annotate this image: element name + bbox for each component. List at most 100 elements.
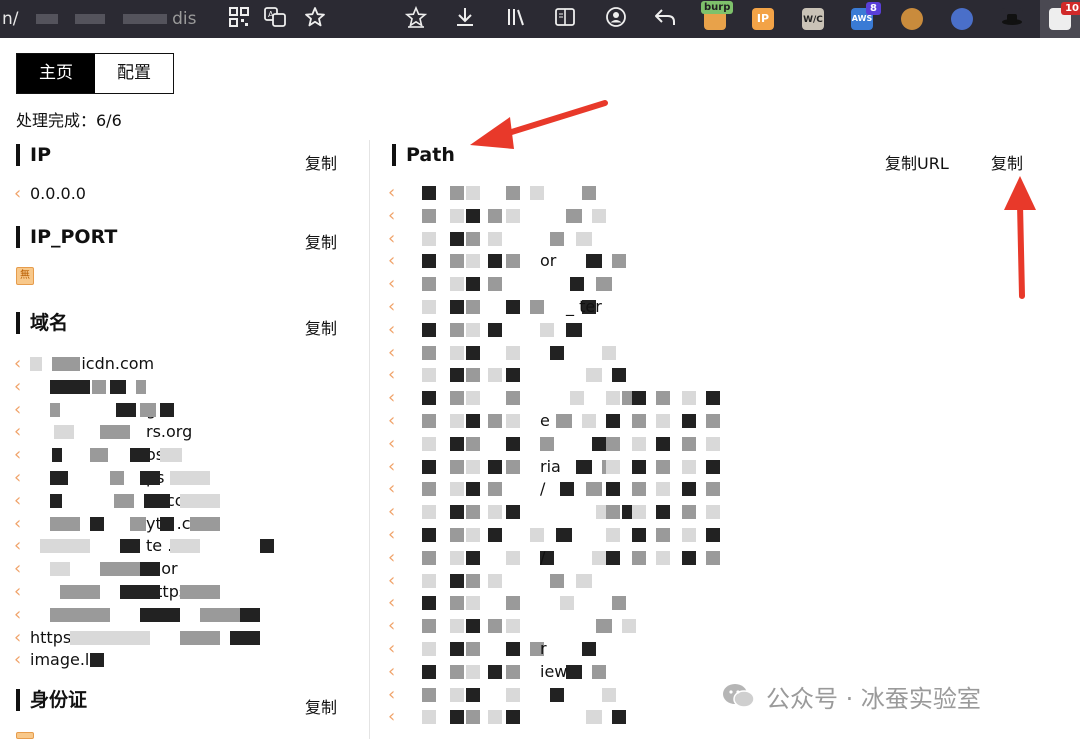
path-list-item[interactable]: _ ter xyxy=(406,296,766,318)
path-list-item[interactable]: iew xyxy=(406,661,766,683)
path-list-item[interactable]: r xyxy=(406,638,766,660)
chevron-left-icon: ‹ xyxy=(388,318,396,340)
library-icon[interactable] xyxy=(503,6,529,32)
list-item[interactable]: ‹ 0.0.0.0 xyxy=(14,183,86,205)
redaction-block xyxy=(656,528,670,542)
redaction-block xyxy=(422,436,436,451)
domain-list-item[interactable]: ‹ https:// xyxy=(14,581,220,603)
redaction-block xyxy=(488,254,502,269)
translate-icon[interactable]: A xyxy=(262,6,288,32)
chevron-left-icon: ‹ xyxy=(388,296,396,317)
chevron-left-icon: ‹ xyxy=(388,592,396,614)
tab-config[interactable]: 配置 xyxy=(95,54,173,93)
chevron-left-icon: ‹ xyxy=(388,341,396,363)
redaction-block xyxy=(100,425,130,440)
cookie-icon[interactable] xyxy=(901,8,923,30)
copy-ip-port-button[interactable]: 复制 xyxy=(305,229,337,253)
ip-extension-icon[interactable]: IP xyxy=(752,8,774,30)
domain-list-item[interactable]: ‹ image.lin xyxy=(14,649,104,671)
domain-list-item[interactable]: ‹ xyxy=(14,376,146,398)
burp-extension-icon[interactable]: burp xyxy=(701,1,734,30)
redaction-block xyxy=(586,482,602,497)
redaction-block xyxy=(90,653,104,668)
path-list-item[interactable]: e xyxy=(406,410,766,432)
globe-extension-icon[interactable] xyxy=(951,8,973,30)
domain-list-item[interactable]: ‹ .alicdn.com xyxy=(14,353,154,375)
aws-extension-icon[interactable]: AWS 8 xyxy=(851,2,881,30)
chevron-left-icon: ‹ xyxy=(14,558,22,580)
path-list-item[interactable]: ria xyxy=(406,456,766,478)
column-divider xyxy=(369,140,370,739)
svg-text:A: A xyxy=(268,10,274,19)
redaction-block xyxy=(586,710,602,725)
domain-list-item[interactable]: ‹h n xyxy=(14,604,260,626)
path-list-item[interactable] xyxy=(406,182,766,204)
path-list-item[interactable] xyxy=(406,501,766,523)
path-list-item[interactable] xyxy=(406,524,766,546)
download-icon[interactable] xyxy=(452,6,478,32)
section-title: IP_PORT xyxy=(16,226,117,248)
path-list-item[interactable]: / xyxy=(406,478,766,500)
path-list-item[interactable] xyxy=(406,205,766,227)
domain-list-item[interactable]: ‹https://w / xyxy=(14,627,260,649)
redaction-block xyxy=(466,300,480,314)
wappalyzer-extension-icon[interactable]: W/C xyxy=(802,8,824,30)
copy-ip-button[interactable]: 复制 xyxy=(305,150,337,174)
findsomething-extension-icon[interactable]: 10 xyxy=(1049,2,1080,30)
domain-list-item[interactable]: ‹ rs.org xyxy=(14,421,192,443)
extension-badge: 8 xyxy=(866,2,881,15)
account-icon[interactable] xyxy=(603,6,629,32)
reader-view-icon[interactable] xyxy=(552,6,578,32)
hat-extension-icon[interactable] xyxy=(1001,8,1023,30)
qr-code-icon[interactable] xyxy=(226,6,252,32)
domain-list-item[interactable]: ‹ yte .com xyxy=(14,513,220,535)
domain-list-item[interactable]: ‹ h or xyxy=(14,558,178,580)
redaction-block xyxy=(466,208,480,223)
redaction-block xyxy=(190,516,220,531)
star-check-icon[interactable] xyxy=(403,5,429,32)
path-list-item[interactable]: / xyxy=(406,547,766,569)
domain-list-item[interactable]: ‹ te .m xyxy=(14,535,274,557)
url-bar[interactable]: n/ dis xyxy=(0,0,225,38)
redaction-block xyxy=(140,402,156,417)
redaction-block xyxy=(488,528,502,542)
copy-path-button[interactable]: 复制 xyxy=(991,150,1023,174)
domain-list-item[interactable]: ‹ os xyxy=(14,444,182,466)
path-list-item[interactable]: or xyxy=(406,250,766,272)
path-list-item[interactable] xyxy=(406,228,766,250)
redaction-block xyxy=(230,630,260,645)
redaction-block xyxy=(144,493,170,508)
path-list-item[interactable] xyxy=(406,342,766,364)
redaction-block xyxy=(632,436,646,451)
path-list-item[interactable] xyxy=(406,592,766,614)
path-list-item[interactable] xyxy=(406,387,766,409)
undo-icon[interactable] xyxy=(652,6,678,32)
redaction-block xyxy=(656,391,670,406)
path-list-item[interactable] xyxy=(406,319,766,341)
redaction-block xyxy=(422,619,436,634)
redaction-block xyxy=(450,300,464,314)
tab-home[interactable]: 主页 xyxy=(17,54,95,93)
copy-url-button[interactable]: 复制URL xyxy=(885,150,949,174)
path-list-item[interactable] xyxy=(406,273,766,295)
redaction-block xyxy=(466,664,480,679)
chevron-left-icon: ‹ xyxy=(388,660,396,682)
chevron-left-icon: ‹ xyxy=(388,546,396,568)
copy-domain-button[interactable]: 复制 xyxy=(305,315,337,339)
star-icon[interactable] xyxy=(302,6,328,32)
copy-id-card-button[interactable]: 复制 xyxy=(305,694,337,718)
path-list-item[interactable] xyxy=(406,433,766,455)
path-list-item[interactable] xyxy=(406,364,766,386)
redaction-block xyxy=(130,516,146,531)
domain-list-item[interactable]: ‹g xyxy=(14,399,174,421)
domain-list-item[interactable]: ‹ps .com xyxy=(14,467,210,489)
redaction-block xyxy=(422,254,436,269)
redaction-block xyxy=(602,345,616,360)
path-list-item[interactable] xyxy=(406,570,766,592)
path-list-item[interactable] xyxy=(406,615,766,637)
domain-list-item[interactable]: ‹ rs.com xyxy=(14,490,220,512)
redaction-block xyxy=(606,459,620,474)
path-list-item[interactable] xyxy=(406,684,766,706)
redaction-block xyxy=(422,345,436,360)
path-list-item[interactable] xyxy=(406,706,766,728)
